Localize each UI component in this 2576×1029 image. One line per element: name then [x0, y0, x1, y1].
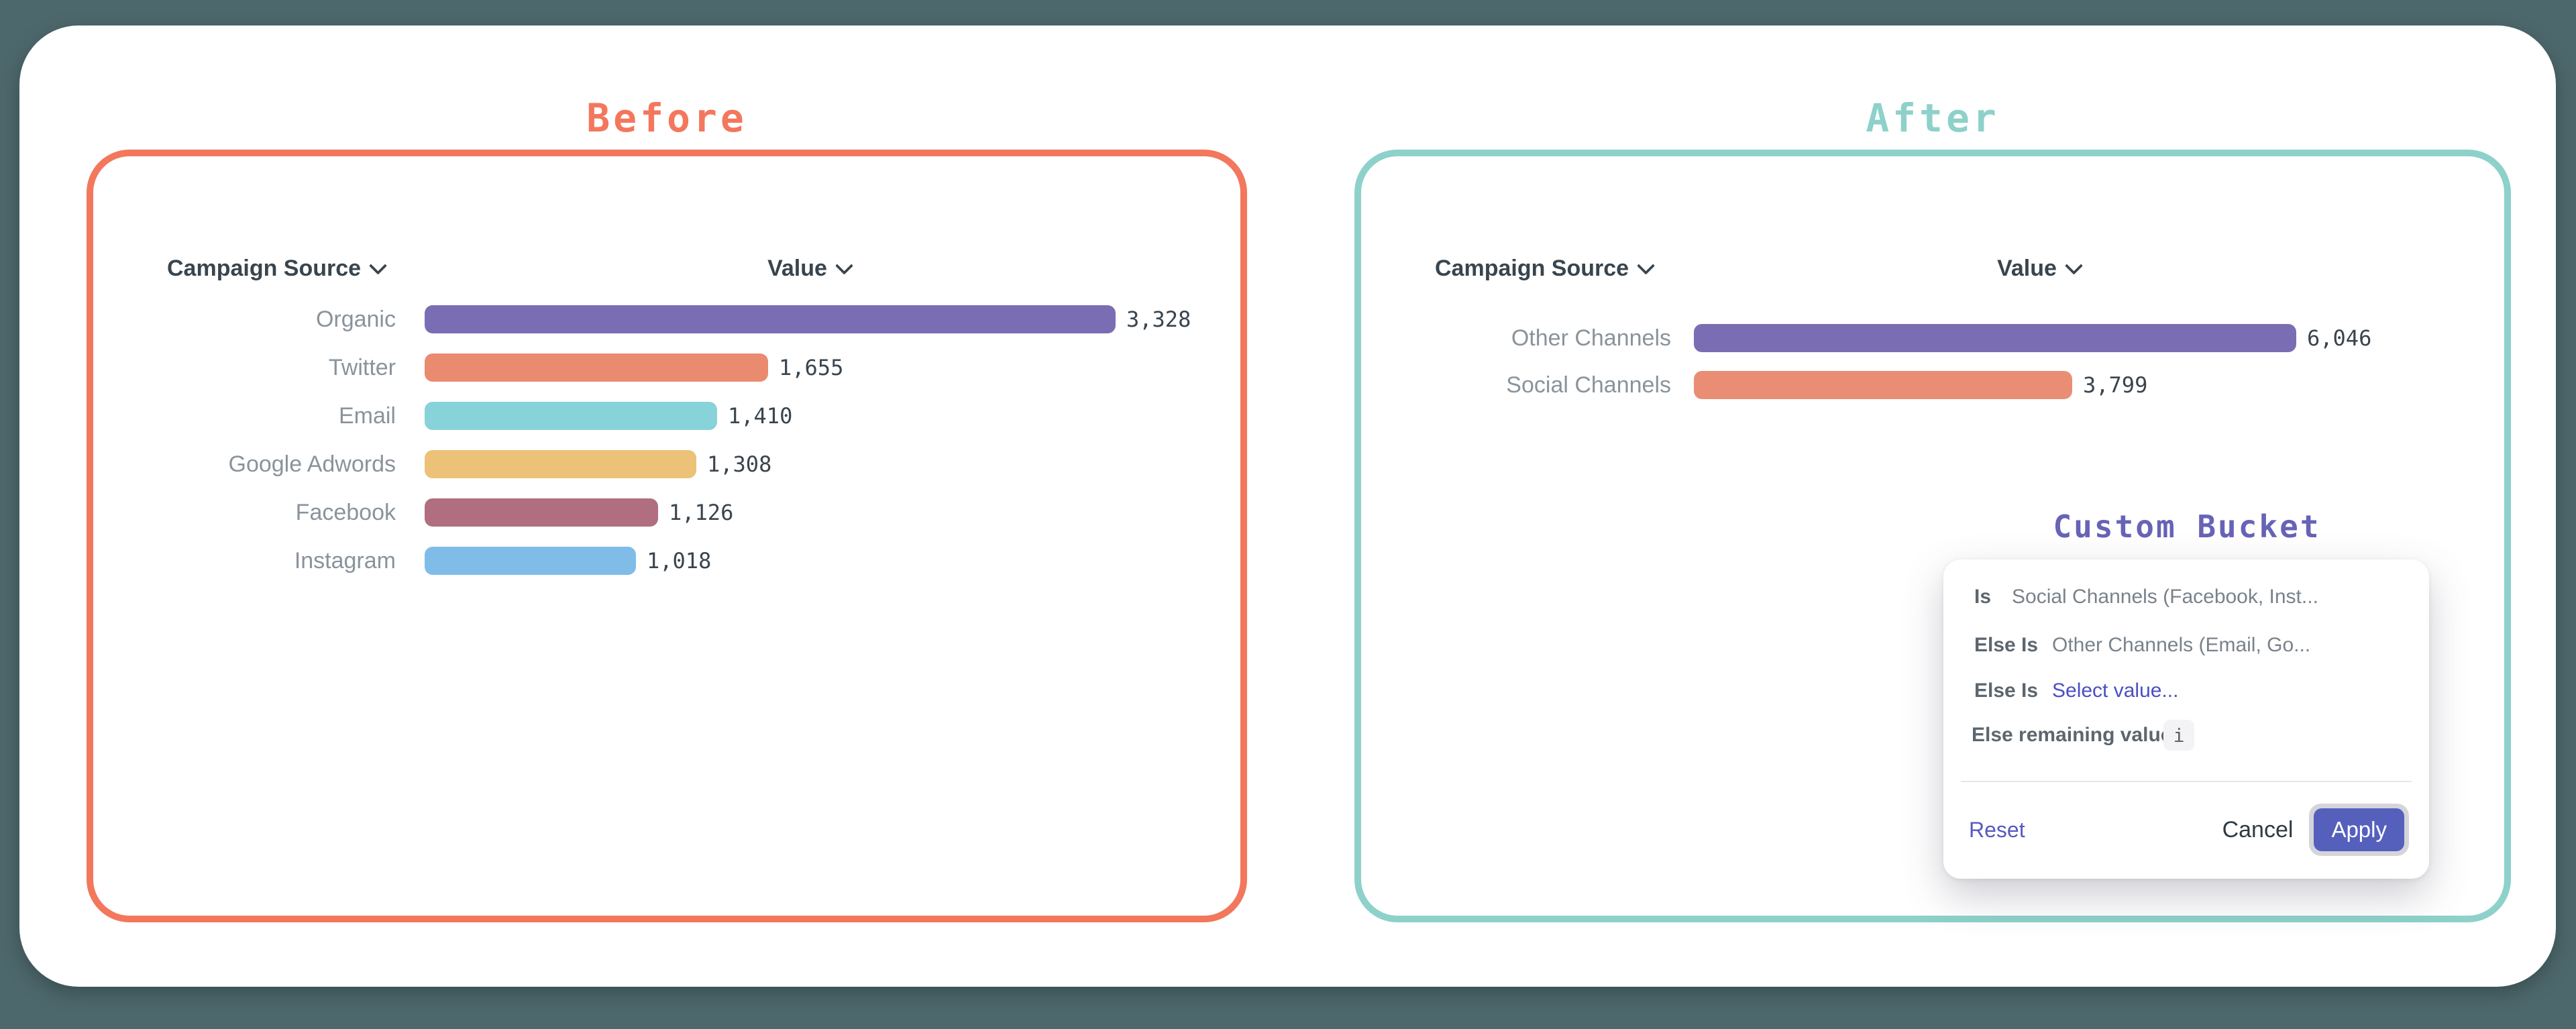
condition-label: Else remaining values — [1972, 724, 2183, 747]
row-value: 1,655 — [779, 355, 843, 380]
before-bar-rows: Organic 3,328 Twitter 1,655 Email 1,410 Google… — [167, 305, 1191, 595]
value-bar[interactable] — [1694, 371, 2072, 399]
row-label: Other Channels — [1435, 325, 1671, 351]
custom-bucket-title: Custom Bucket — [1945, 508, 2429, 545]
chevron-down-icon[interactable] — [835, 256, 853, 274]
row-value: 3,328 — [1126, 307, 1191, 332]
row-label: Organic — [167, 307, 396, 333]
row-value: 1,308 — [707, 451, 771, 477]
table-row: Email 1,410 — [167, 402, 1191, 430]
table-row: Facebook 1,126 — [167, 498, 1191, 527]
condition-label: Else Is — [1974, 634, 2038, 657]
value-bar[interactable] — [425, 498, 658, 527]
after-measure-header-label: Value — [1997, 256, 2057, 282]
condition-label: Else Is — [1974, 680, 2038, 702]
info-icon[interactable]: i — [2163, 720, 2194, 751]
value-bar[interactable] — [425, 354, 768, 382]
table-row: Social Channels 3,799 — [1435, 371, 2371, 399]
reset-button[interactable]: Reset — [1969, 818, 2025, 843]
condition-value[interactable]: Social Channels (Facebook, Inst... — [2012, 586, 2318, 608]
table-row: Instagram 1,018 — [167, 547, 1191, 575]
screenshot-stage: Before After Campaign Source Value Campa… — [0, 0, 2576, 1029]
table-row: Google Adwords 1,308 — [167, 450, 1191, 478]
row-label: Instagram — [167, 548, 396, 574]
apply-button-focus-ring: Apply — [2309, 804, 2409, 856]
after-measure-header[interactable]: Value — [1938, 254, 2139, 283]
row-label: Email — [167, 403, 396, 429]
bucket-condition-row: Is Social Channels (Facebook, Inst... — [1943, 582, 2416, 612]
after-dimension-header-label: Campaign Source — [1435, 256, 1629, 282]
cancel-button[interactable]: Cancel — [2222, 817, 2294, 843]
row-label: Facebook — [167, 500, 396, 526]
row-value: 3,799 — [2083, 372, 2147, 398]
before-measure-header[interactable]: Value — [708, 254, 910, 283]
row-value: 1,410 — [728, 403, 792, 429]
row-value: 1,018 — [647, 548, 711, 574]
bucket-condition-row: Else remaining valuesi — [1943, 720, 2416, 750]
before-dimension-header-label: Campaign Source — [167, 256, 361, 282]
after-title: After — [1354, 95, 2511, 141]
row-value: 1,126 — [669, 500, 733, 525]
value-bar[interactable] — [425, 450, 696, 478]
before-measure-header-label: Value — [767, 256, 827, 282]
custom-bucket-dialog: Is Social Channels (Facebook, Inst... Else… — [1943, 559, 2429, 879]
condition-value[interactable]: Other Channels (Email, Go... — [2052, 634, 2310, 657]
before-title: Before — [87, 95, 1247, 141]
row-value: 6,046 — [2307, 325, 2371, 351]
value-bar[interactable] — [1694, 324, 2296, 352]
chevron-down-icon[interactable] — [2065, 256, 2083, 274]
table-row: Organic 3,328 — [167, 305, 1191, 333]
after-bar-rows: Other Channels 6,046 Social Channels 3,799 — [1435, 324, 2371, 418]
select-value-link[interactable]: Select value... — [2052, 680, 2178, 702]
value-bar[interactable] — [425, 402, 717, 430]
table-row: Other Channels 6,046 — [1435, 324, 2371, 352]
table-row: Twitter 1,655 — [167, 354, 1191, 382]
bucket-condition-row: Else Is Select value... — [1943, 676, 2416, 706]
value-bar[interactable] — [425, 547, 636, 575]
chevron-down-icon[interactable] — [369, 256, 387, 274]
after-dimension-header[interactable]: Campaign Source — [1435, 254, 1652, 283]
apply-button[interactable]: Apply — [2314, 808, 2404, 851]
row-label: Social Channels — [1435, 372, 1671, 398]
row-label: Google Adwords — [167, 451, 396, 478]
dialog-divider — [1961, 781, 2412, 782]
main-card: Before After Campaign Source Value Campa… — [19, 25, 2556, 987]
before-dimension-header[interactable]: Campaign Source — [167, 254, 384, 283]
chevron-down-icon[interactable] — [1637, 256, 1655, 274]
bucket-condition-row: Else Is Other Channels (Email, Go... — [1943, 631, 2416, 660]
dialog-footer: Reset Cancel Apply — [1943, 790, 2429, 869]
value-bar[interactable] — [425, 305, 1116, 333]
row-label: Twitter — [167, 355, 396, 381]
condition-label: Is — [1974, 586, 1991, 608]
